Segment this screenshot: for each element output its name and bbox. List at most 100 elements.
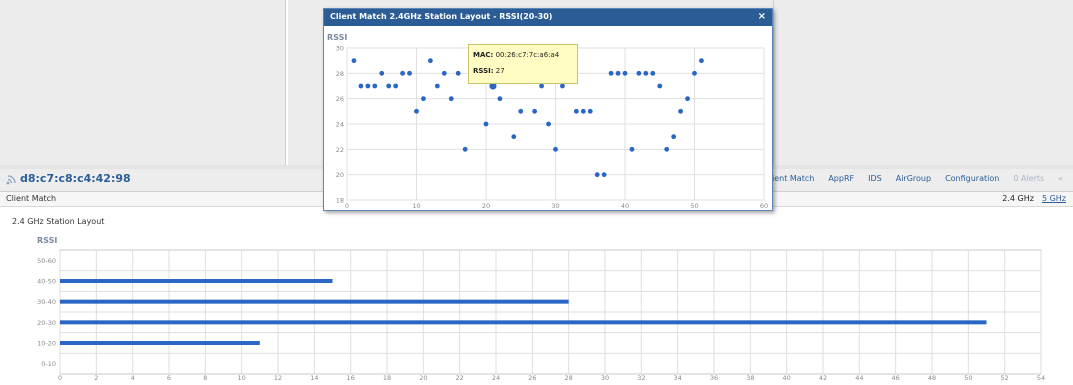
popup-x-tick-label: 20 xyxy=(482,202,490,210)
y-axis-label: RSSI xyxy=(37,236,57,245)
data-point xyxy=(671,134,677,140)
data-point xyxy=(539,83,544,89)
y-tick-label: 20-30 xyxy=(37,319,56,327)
data-point xyxy=(560,83,565,89)
x-tick-label: 46 xyxy=(892,374,900,381)
x-tick-label: 50 xyxy=(964,374,972,381)
data-point xyxy=(664,146,670,152)
data-point xyxy=(657,83,663,89)
data-point xyxy=(400,70,405,76)
x-tick-label: 26 xyxy=(528,374,536,381)
popup-x-tick-label: 60 xyxy=(760,202,768,210)
x-tick-label: 18 xyxy=(383,374,391,381)
popup-y-tick-label: 26 xyxy=(336,95,344,103)
popup-y-axis-label: RSSI xyxy=(327,33,347,42)
popup-x-tick-label: 0 xyxy=(345,202,349,210)
data-point xyxy=(601,172,607,178)
data-point xyxy=(351,58,357,64)
popup-y-tick-label: 24 xyxy=(336,121,344,129)
data-point xyxy=(386,83,392,89)
popup-y-tick-label: 20 xyxy=(336,171,344,179)
x-tick-label: 16 xyxy=(347,374,355,381)
data-point xyxy=(421,96,426,102)
data-point xyxy=(393,83,399,89)
x-tick-label: 14 xyxy=(310,374,318,381)
y-tick-label: 10-20 xyxy=(37,340,56,348)
data-point xyxy=(448,96,454,102)
data-point xyxy=(511,134,517,140)
popup-y-tick-label: 28 xyxy=(336,70,344,78)
band-switch: 2.4 GHz 5 GHz xyxy=(1002,194,1066,203)
data-point xyxy=(699,58,704,64)
data-point xyxy=(685,96,690,102)
data-point xyxy=(643,70,649,76)
rssi-popup-window[interactable]: Client Match 2.4GHz Station Layout - RSS… xyxy=(323,8,773,211)
x-tick-label: 24 xyxy=(492,374,500,381)
data-point xyxy=(650,70,656,76)
x-tick-label: 4 xyxy=(131,374,135,381)
tab-apprf[interactable]: AppRF xyxy=(828,174,854,183)
x-tick-label: 38 xyxy=(746,374,754,381)
data-point xyxy=(462,146,468,152)
bar-40-50 xyxy=(60,279,333,283)
x-tick-label: 12 xyxy=(274,374,282,381)
data-point xyxy=(622,70,628,76)
data-point xyxy=(615,70,621,76)
band-2-4ghz: 2.4 GHz xyxy=(1002,194,1034,203)
popup-titlebar[interactable]: Client Match 2.4GHz Station Layout - RSS… xyxy=(324,9,772,26)
popup-y-tick-label: 22 xyxy=(336,146,344,154)
data-point xyxy=(594,172,600,178)
x-tick-label: 20 xyxy=(419,374,427,381)
bar-30-40 xyxy=(60,299,569,304)
data-point xyxy=(483,121,489,127)
data-point xyxy=(428,58,433,64)
x-tick-label: 30 xyxy=(601,374,609,381)
data-point xyxy=(636,70,642,76)
data-point xyxy=(518,108,524,114)
collapse-arrow-icon[interactable]: « xyxy=(1058,174,1063,183)
popup-x-tick-label: 30 xyxy=(551,202,559,210)
data-point xyxy=(692,70,697,76)
data-point xyxy=(553,146,558,152)
data-point xyxy=(379,70,385,76)
x-tick-label: 44 xyxy=(855,374,863,381)
popup-x-tick-label: 40 xyxy=(621,202,629,210)
data-point xyxy=(372,83,378,89)
band-5ghz-link[interactable]: 5 GHz xyxy=(1042,194,1066,203)
x-tick-label: 54 xyxy=(1037,374,1045,381)
data-point xyxy=(546,121,551,127)
data-point xyxy=(407,70,412,76)
y-tick-label: 0-10 xyxy=(41,360,56,368)
device-name: d8:c7:c8:c4:42:98 xyxy=(20,172,131,185)
x-tick-label: 22 xyxy=(456,374,464,381)
popup-y-tick-label: 30 xyxy=(336,45,344,53)
x-tick-label: 48 xyxy=(928,374,936,381)
x-tick-label: 52 xyxy=(1001,374,1009,381)
top-right-panel xyxy=(774,0,1073,165)
popup-x-tick-label: 50 xyxy=(690,202,698,210)
top-left-panel xyxy=(0,0,286,165)
tab-ids[interactable]: IDS xyxy=(868,174,882,183)
data-point xyxy=(414,108,419,114)
tab-client-match[interactable]: ient Match xyxy=(772,174,814,183)
tab-alerts[interactable]: 0 Alerts xyxy=(1013,174,1044,183)
data-point xyxy=(434,83,440,89)
x-tick-label: 36 xyxy=(710,374,718,381)
tab-configuration[interactable]: Configuration xyxy=(945,174,999,183)
close-icon[interactable]: × xyxy=(758,11,766,22)
data-point xyxy=(629,146,635,152)
station-layout-svg: RSSI0 2 4 6 8 10 12 14 16 18 20 22 24 26 28 30 32 34 36 38 4… xyxy=(37,236,1045,382)
data-point xyxy=(573,108,579,114)
x-tick-label: 40 xyxy=(783,374,791,381)
wifi-icon xyxy=(6,175,16,185)
data-point xyxy=(532,108,538,114)
station-layout-chart: RSSI 0 2 4 6 8 10 12 14 16 18 20 22 24 26 28 30 32 34 36 38 4… xyxy=(0,230,1073,382)
x-tick-label: 34 xyxy=(674,374,682,381)
x-tick-label: 2 xyxy=(94,374,98,381)
x-tick-label: 6 xyxy=(167,374,171,381)
subheader-title: Client Match xyxy=(6,194,57,203)
tooltip-rssi-label: RSSI: xyxy=(473,67,494,75)
bar-20-30 xyxy=(60,320,987,325)
data-point xyxy=(497,96,503,102)
tab-airgroup[interactable]: AirGroup xyxy=(896,174,931,183)
